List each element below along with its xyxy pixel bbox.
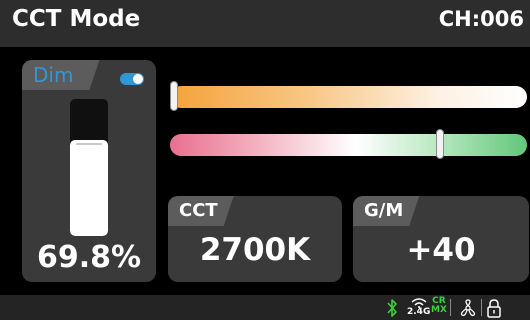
bluetooth-icon [386,297,398,319]
cct-slider[interactable] [169,81,527,111]
dim-value: 69.8% [36,240,142,275]
toggle-knob [133,74,143,84]
gm-panel[interactable]: G/M +40 [353,196,529,282]
dim-level-fill [70,140,108,236]
status-bar: 2.4G CR MX [0,295,530,320]
mode-title: CCT Mode [12,6,141,32]
cct-slider-thumb[interactable] [169,81,178,111]
channel-indicator[interactable]: CH:006 [439,7,524,31]
dim-level-bar[interactable] [70,99,108,236]
crmx-label-bottom: MX [431,305,447,315]
wifi-band-label: 2.4G [407,307,431,317]
dim-label: Dim [22,60,99,90]
status-divider [481,299,482,316]
cct-panel[interactable]: CCT 2700K [168,196,342,282]
status-divider [450,299,451,316]
wifi-24g-icon: 2.4G [407,297,430,319]
lock-icon [486,297,502,319]
gm-value: +40 [406,232,476,268]
title-bar: CCT Mode CH:006 [0,0,530,47]
crmx-icon: CR MX [431,297,447,319]
cct-value: 2700K [199,232,311,268]
dimmer-panel[interactable]: Dim 69.8% [22,60,156,282]
dim-toggle[interactable] [120,73,144,85]
gm-slider[interactable] [170,129,527,159]
gm-slider-thumb[interactable] [435,129,444,159]
gm-label: G/M [353,196,419,226]
fan-icon [457,297,479,319]
cct-label: CCT [168,196,234,226]
